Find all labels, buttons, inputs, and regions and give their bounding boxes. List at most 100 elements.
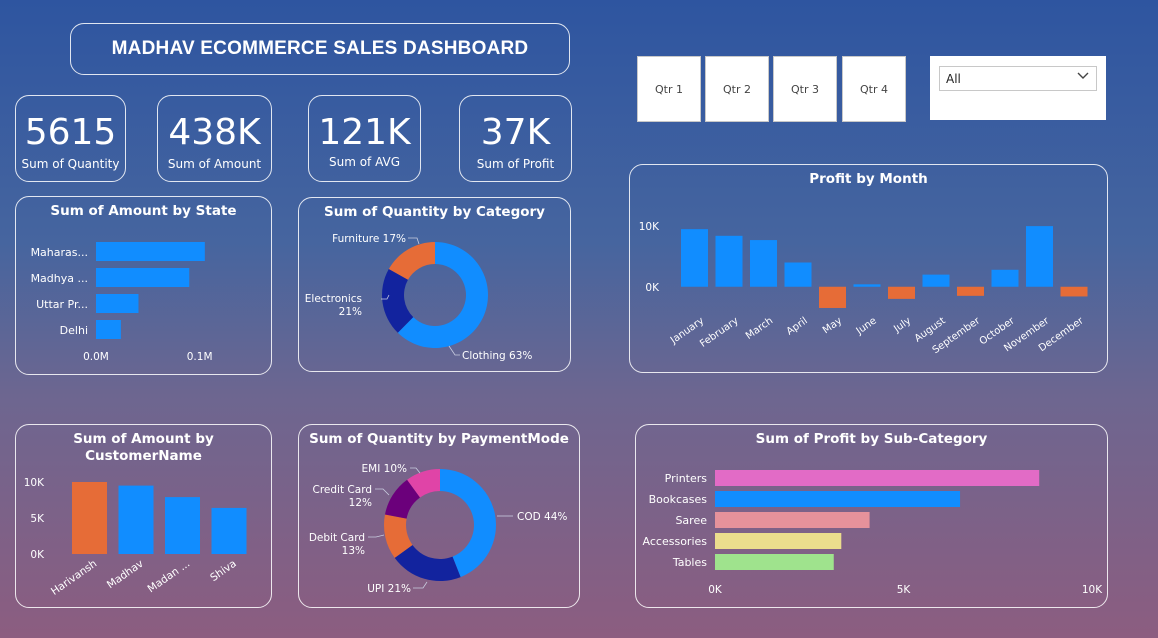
category-label: Delhi [60, 324, 88, 337]
bar [96, 320, 121, 339]
slicer-qtr-2[interactable]: Qtr 2 [705, 56, 769, 122]
kpi-value: 5615 [24, 112, 117, 153]
bar [784, 262, 812, 287]
month-bar-chart: JanuaryFebruary March April May June July Augu… [639, 221, 1088, 356]
slice-label: COD 44% [517, 511, 567, 523]
bar [1026, 226, 1053, 287]
kpi-label: Sum of Profit [476, 157, 555, 171]
category-label: Uttar Pr... [36, 298, 88, 311]
bar [1060, 286, 1088, 297]
subcategory-bar-chart: Printers Bookcases Saree Accessories Tables 0… [643, 470, 1103, 596]
kpi-value: 438K [168, 112, 261, 153]
slice-label: Clothing 63% [462, 350, 532, 362]
slice-label: EMI 10% [362, 463, 407, 475]
slice-label: Credit Card 12% [313, 484, 373, 509]
dropdown-select[interactable]: All [939, 66, 1097, 91]
bar [72, 482, 107, 554]
bar [957, 286, 984, 296]
x-tick-label: Madan ... [146, 558, 193, 596]
kpi-card-amount[interactable]: 438K Sum of Amount [157, 95, 272, 182]
x-tick-label: February [698, 315, 741, 349]
bar [888, 286, 915, 299]
x-tick-label: May [821, 315, 844, 336]
bar [681, 229, 708, 287]
x-tick-label: Harivansh [49, 558, 99, 598]
y-tick-label: 10K [24, 477, 45, 489]
leader-line [408, 237, 420, 245]
leader-line [375, 488, 390, 496]
bar [211, 507, 247, 554]
kpi-label: Sum of Amount [167, 157, 262, 171]
chart-panel-category: Sum of Quantity by Category Clothing 63%… [298, 197, 571, 372]
category-label: Printers [665, 472, 708, 485]
bar [715, 533, 842, 549]
leader-line [448, 345, 460, 356]
slice-label: Electronics 21% [305, 293, 362, 318]
y-tick-label: 10K [639, 221, 660, 233]
kpi-label: Sum of Quantity [21, 157, 120, 171]
y-tick-label: 0K [30, 549, 45, 561]
leader-line [410, 467, 421, 474]
x-tick-label: Madhav [105, 558, 146, 592]
bar [819, 286, 846, 308]
chevron-down-icon [1077, 72, 1089, 79]
x-tick-label: 0.0M [83, 351, 109, 363]
x-tick-label: April [785, 315, 810, 337]
x-tick-label: 10K [1082, 584, 1103, 596]
bar [991, 269, 1019, 287]
bar [853, 284, 881, 287]
bar [165, 497, 200, 554]
kpi-label: Sum of AVG [328, 155, 401, 169]
bar [96, 268, 190, 287]
chart-panel-state: Sum of Amount by State Maharas... Madhya … [15, 196, 272, 375]
kpi-card-quantity[interactable]: 5615 Sum of Quantity [15, 95, 126, 182]
bar [922, 274, 950, 287]
category-label: Tables [672, 556, 707, 569]
x-tick-label: March [744, 315, 775, 341]
x-tick-label: 5K [897, 584, 912, 596]
bar [715, 491, 961, 507]
x-tick-label: July [891, 315, 913, 335]
kpi-value: 121K [318, 112, 411, 153]
slice-label: UPI 21% [367, 583, 411, 595]
y-tick-label: 0K [645, 282, 660, 294]
slicer-qtr-4[interactable]: Qtr 4 [842, 56, 906, 122]
bar [715, 470, 1040, 486]
kpi-card-profit[interactable]: 37K Sum of Profit [459, 95, 572, 182]
kpi-value: 37K [480, 112, 551, 153]
category-donut-chart: Clothing 63% Electronics 21% Furniture 17% [305, 233, 533, 362]
slice-label: Furniture 17% [332, 233, 406, 245]
bar [715, 554, 834, 570]
dropdown-value: All [946, 72, 961, 86]
bar [96, 294, 139, 313]
bar [715, 512, 870, 528]
x-tick-label: Shiva [208, 558, 239, 584]
x-tick-label: 0.1M [187, 351, 213, 363]
kpi-card-avg[interactable]: 121K Sum of AVG [308, 95, 421, 182]
slicer-qtr-1[interactable]: Qtr 1 [637, 56, 701, 122]
leader-line [413, 581, 428, 589]
dashboard-title-box: MADHAV ECOMMERCE SALES DASHBOARD [70, 23, 570, 75]
chart-panel-month: Profit by Month January February March Apri… [629, 164, 1108, 373]
chart-panel-subcategory: Sum of Profit by Sub-Category Printers Bo… [635, 424, 1108, 608]
category-label: Accessories [643, 535, 708, 548]
payment-donut-chart: COD 44% UPI 21% Debit Card 13% Credit Card 12… [309, 463, 568, 595]
x-tick-label: 0K [708, 584, 723, 596]
slice-label: Debit Card 13% [309, 532, 365, 557]
bar [715, 235, 743, 287]
category-label: Saree [675, 514, 707, 527]
y-tick-label: 5K [30, 513, 45, 525]
x-tick-label: June [854, 315, 879, 337]
leader-line [368, 534, 385, 538]
customer-bar-chart: Harivansh Madhav Madan ... Shiva 10K 5K 0K [24, 477, 247, 598]
bar [118, 485, 154, 554]
dashboard-title: MADHAV ECOMMERCE SALES DASHBOARD [111, 38, 529, 59]
bar [96, 242, 205, 261]
chart-panel-customer: Sum of Amount by CustomerName Harivansh M… [15, 424, 272, 608]
bar [750, 240, 777, 287]
category-label: Madhya ... [31, 272, 88, 285]
slicer-qtr-3[interactable]: Qtr 3 [773, 56, 837, 122]
dropdown-slicer-panel: All [930, 56, 1106, 120]
state-bar-chart: Maharas... Madhya ... Uttar Pr... Delhi 0.0M… [31, 242, 213, 363]
chart-panel-payment: Sum of Quantity by PaymentMode COD 44% UP… [298, 424, 580, 608]
